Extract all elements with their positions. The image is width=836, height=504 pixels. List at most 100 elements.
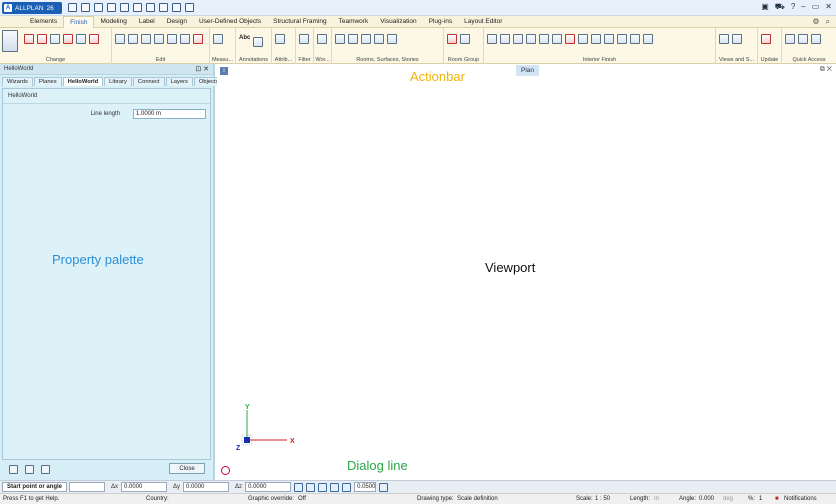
finish-baseboard-icon[interactable] xyxy=(539,34,549,44)
rotate-icon[interactable] xyxy=(154,34,164,44)
cart-icon[interactable]: ⛟ xyxy=(775,2,785,12)
filter-icon[interactable] xyxy=(299,34,309,44)
palette-tab-layers[interactable]: Layers xyxy=(165,77,193,86)
step-icon[interactable] xyxy=(342,482,352,492)
align-icon[interactable] xyxy=(76,34,86,44)
notifications-icon[interactable]: ■ xyxy=(775,496,779,502)
story-icon[interactable] xyxy=(361,34,371,44)
save-icon[interactable] xyxy=(94,3,103,12)
finish-ceiling-icon[interactable] xyxy=(513,34,523,44)
finish-grid-icon[interactable] xyxy=(552,34,562,44)
angle-input[interactable] xyxy=(69,482,106,492)
pencil-icon[interactable] xyxy=(24,34,34,44)
room-group-icon[interactable] xyxy=(447,34,457,44)
favorites-save-icon[interactable] xyxy=(25,464,34,474)
reset-icon[interactable] xyxy=(41,464,50,474)
direction-icon[interactable] xyxy=(318,482,328,492)
line-icon[interactable] xyxy=(785,34,795,44)
palette-tab-planes[interactable]: Planes xyxy=(33,77,62,86)
minimize-button[interactable]: – xyxy=(801,2,805,12)
finish-layer-icon[interactable] xyxy=(643,34,653,44)
move-icon[interactable] xyxy=(128,34,138,44)
check-modify-icon[interactable] xyxy=(50,34,60,44)
copy-icon[interactable] xyxy=(115,34,125,44)
step-input[interactable]: 0.0500 xyxy=(354,482,377,492)
tab-modeling[interactable]: Modeling xyxy=(94,16,132,28)
tab-label[interactable]: Label xyxy=(133,16,161,28)
palette-pin-close-icon[interactable]: ⊡ ✕ xyxy=(195,65,209,73)
notifications-label[interactable]: Notifications xyxy=(784,496,817,502)
attributes-icon[interactable] xyxy=(275,34,285,44)
measure-icon[interactable] xyxy=(213,34,223,44)
scale-icon[interactable] xyxy=(180,34,190,44)
finish-stair-icon[interactable] xyxy=(604,34,614,44)
print-icon[interactable] xyxy=(172,3,181,12)
delete-icon[interactable] xyxy=(193,34,203,44)
finish-tile-icon[interactable] xyxy=(617,34,627,44)
room-icon[interactable] xyxy=(335,34,345,44)
layout-icon[interactable] xyxy=(379,482,389,492)
tab-elements[interactable]: Elements xyxy=(24,16,63,28)
redraw-icon[interactable] xyxy=(146,3,155,12)
favorites-open-icon[interactable] xyxy=(9,464,18,474)
tab-finish[interactable]: Finish xyxy=(63,16,95,28)
finish-door-icon[interactable] xyxy=(578,34,588,44)
close-window-button[interactable]: ✕ xyxy=(825,2,832,12)
palette-tab-connect[interactable]: Connect xyxy=(132,77,165,86)
undo-icon[interactable] xyxy=(120,3,129,12)
viewport[interactable]: i Plan ⧉ ✕ Actionbar Viewport Dialog lin… xyxy=(217,64,836,480)
view-section-icon[interactable] xyxy=(732,34,742,44)
edit-icon[interactable] xyxy=(107,3,116,12)
finish-hatch-icon[interactable] xyxy=(630,34,640,44)
finish-window-icon[interactable] xyxy=(591,34,601,44)
palette-tab-wizards[interactable]: Wizards xyxy=(2,77,33,86)
line-length-field[interactable]: 1.0000 m xyxy=(133,109,206,119)
tab-user-defined-objects[interactable]: User-Defined Objects xyxy=(193,16,267,28)
dx-input[interactable]: 0.0000 xyxy=(121,482,168,492)
select-icon[interactable] xyxy=(317,34,327,44)
redo-icon[interactable] xyxy=(133,3,142,12)
open-icon[interactable] xyxy=(81,3,90,12)
tab-structural-framing[interactable]: Structural Framing xyxy=(267,16,332,28)
plan-view-tab[interactable]: Plan xyxy=(516,65,540,76)
room-link-icon[interactable] xyxy=(387,34,397,44)
tab-design[interactable]: Design xyxy=(161,16,193,28)
finish-floor-icon[interactable] xyxy=(487,34,497,44)
change-properties-icon[interactable] xyxy=(2,30,18,52)
tab-teamwork[interactable]: Teamwork xyxy=(333,16,375,28)
text-icon[interactable]: Abc xyxy=(239,35,250,50)
app-menu-button[interactable]: A ALLPLAN 26 xyxy=(2,2,62,14)
global-point-icon[interactable] xyxy=(294,482,304,492)
palette-tab-helloworld[interactable]: HelloWorld xyxy=(62,77,104,86)
room-group-list-icon[interactable] xyxy=(460,34,470,44)
match-icon[interactable] xyxy=(89,34,99,44)
gear-icon[interactable]: ⚙ xyxy=(812,17,819,27)
update-icon[interactable] xyxy=(761,34,771,44)
eraser-icon[interactable] xyxy=(37,34,47,44)
tools-icon[interactable] xyxy=(185,3,194,12)
tab-plug-ins[interactable]: Plug-ins xyxy=(423,16,458,28)
room-fill-icon[interactable] xyxy=(374,34,384,44)
tab-layout-editor[interactable]: Layout Editor xyxy=(458,16,508,28)
view-house-icon[interactable] xyxy=(719,34,729,44)
text-a-icon[interactable] xyxy=(798,34,808,44)
mirror-icon[interactable] xyxy=(141,34,151,44)
dimension-icon[interactable] xyxy=(253,37,264,47)
monitor-icon[interactable]: ▣ xyxy=(761,2,769,12)
finish-column-icon[interactable] xyxy=(526,34,536,44)
viewport-window-controls[interactable]: ⧉ ✕ xyxy=(820,66,832,74)
snap-icon[interactable] xyxy=(221,466,230,475)
palette-tab-library[interactable]: Library xyxy=(104,77,132,86)
search-icon[interactable]: ⌕ xyxy=(826,17,830,27)
info-icon[interactable]: i xyxy=(220,67,228,75)
dy-input[interactable]: 0.0000 xyxy=(183,482,230,492)
finish-wall-icon[interactable] xyxy=(500,34,510,44)
close-button[interactable]: Close xyxy=(169,463,205,474)
help-icon[interactable]: ? xyxy=(791,2,795,12)
tab-visualization[interactable]: Visualization xyxy=(374,16,422,28)
dz-input[interactable]: 0.0000 xyxy=(245,482,292,492)
point-snap-icon[interactable] xyxy=(306,482,316,492)
properties-icon[interactable] xyxy=(159,3,168,12)
stretch-icon[interactable] xyxy=(167,34,177,44)
dimension-line-icon[interactable] xyxy=(811,34,821,44)
